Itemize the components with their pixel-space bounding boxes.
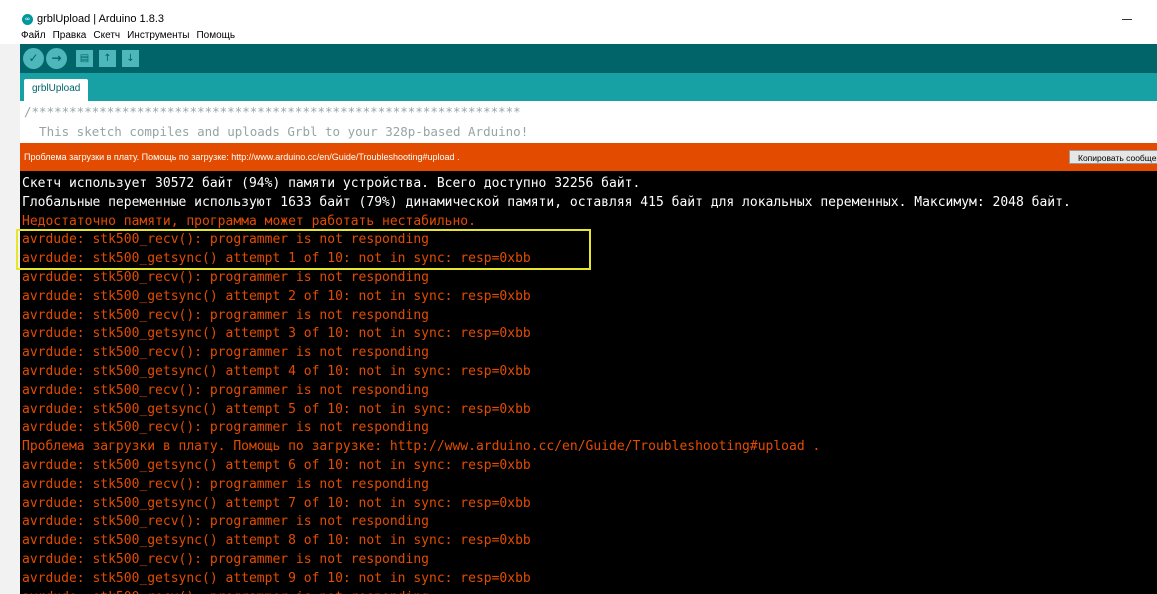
- console-line: avrdude: stk500_getsync() attempt 9 of 1…: [22, 570, 531, 586]
- console-line: avrdude: stk500_getsync() attempt 1 of 1…: [22, 251, 531, 267]
- minimize-icon[interactable]: [1122, 19, 1132, 20]
- console-line: avrdude: stk500_recv(): programmer is no…: [22, 382, 429, 398]
- copy-messages-button[interactable]: Копировать сообщения: [1069, 150, 1157, 164]
- arduino-icon: ∞: [22, 14, 33, 25]
- console-line: Недостаточно памяти, программа может раб…: [22, 213, 476, 229]
- console-line: avrdude: stk500_getsync() attempt 2 of 1…: [22, 288, 531, 304]
- console-line: avrdude: stk500_getsync() attempt 8 of 1…: [22, 533, 531, 549]
- code-editor[interactable]: /***************************************…: [20, 101, 1157, 143]
- console-line: avrdude: stk500_recv(): programmer is no…: [22, 307, 429, 323]
- console-line: avrdude: stk500_getsync() attempt 7 of 1…: [22, 495, 531, 511]
- console-line: Глобальные переменные используют 1633 ба…: [22, 194, 1071, 210]
- console-line: avrdude: stk500_recv(): programmer is no…: [22, 232, 429, 248]
- menu-sketch[interactable]: Скетч: [92, 30, 121, 44]
- save-button[interactable]: ↓: [122, 50, 139, 67]
- console-line: avrdude: stk500_recv(): programmer is no…: [22, 270, 429, 285]
- console-line: avrdude: stk500_recv(): programmer is no…: [22, 420, 429, 436]
- title-bar: ∞ grblUpload | Arduino 1.8.3: [0, 0, 1157, 30]
- verify-button[interactable]: ✓: [23, 48, 44, 69]
- console-line: Скетч использует 30572 байт (94%) памяти…: [22, 176, 641, 191]
- new-file-icon: ▤: [79, 53, 90, 64]
- toolbar: ✓ → ▤ ↑ ↓: [20, 44, 1157, 73]
- menu-edit[interactable]: Правка: [52, 30, 88, 44]
- console-line: Проблема загрузки в плату. Помощь по заг…: [22, 439, 821, 455]
- editor-line: /***************************************…: [24, 104, 521, 119]
- console-line: avrdude: stk500_getsync() attempt 4 of 1…: [22, 364, 531, 379]
- console-line: avrdude: stk500_getsync() attempt 3 of 1…: [22, 326, 531, 342]
- console-output[interactable]: Скетч использует 30572 байт (94%) памяти…: [20, 171, 1157, 594]
- new-button[interactable]: ▤: [76, 50, 93, 67]
- menu-bar: Файл Правка Скетч Инструменты Помощь: [20, 30, 236, 44]
- open-button[interactable]: ↑: [99, 50, 116, 67]
- tab-bar: grblUpload: [20, 73, 1157, 101]
- arrow-right-icon: →: [51, 51, 62, 65]
- status-bar: Проблема загрузки в плату. Помощь по заг…: [20, 143, 1157, 171]
- open-arrow-up-icon: ↑: [103, 53, 112, 64]
- left-gutter: [0, 44, 20, 594]
- console-line: avrdude: stk500_recv(): programmer is no…: [22, 514, 429, 530]
- console-line: avrdude: stk500_recv(): programmer is no…: [22, 345, 429, 361]
- editor-line: This sketch compiles and uploads Grbl to…: [24, 124, 529, 139]
- console-line: avrdude: stk500_recv(): programmer is no…: [22, 552, 429, 567]
- status-message: Проблема загрузки в плату. Помощь по заг…: [24, 152, 460, 162]
- checkmark-icon: ✓: [28, 51, 39, 65]
- upload-button[interactable]: →: [46, 48, 67, 69]
- console-line: avrdude: stk500_getsync() attempt 5 of 1…: [22, 401, 531, 417]
- window-title: grblUpload | Arduino 1.8.3: [37, 13, 164, 25]
- tab-grblupload[interactable]: grblUpload: [24, 79, 89, 101]
- save-arrow-down-icon: ↓: [126, 53, 135, 64]
- console-line: avrdude: stk500_getsync() attempt 6 of 1…: [22, 458, 531, 473]
- menu-file[interactable]: Файл: [20, 30, 47, 44]
- console-line: avrdude: stk500_recv(): programmer is no…: [22, 476, 429, 492]
- menu-help[interactable]: Помощь: [195, 30, 236, 44]
- console-line: avrdude: stk500_recv(): programmer is no…: [22, 589, 429, 594]
- menu-tools[interactable]: Инструменты: [126, 30, 190, 44]
